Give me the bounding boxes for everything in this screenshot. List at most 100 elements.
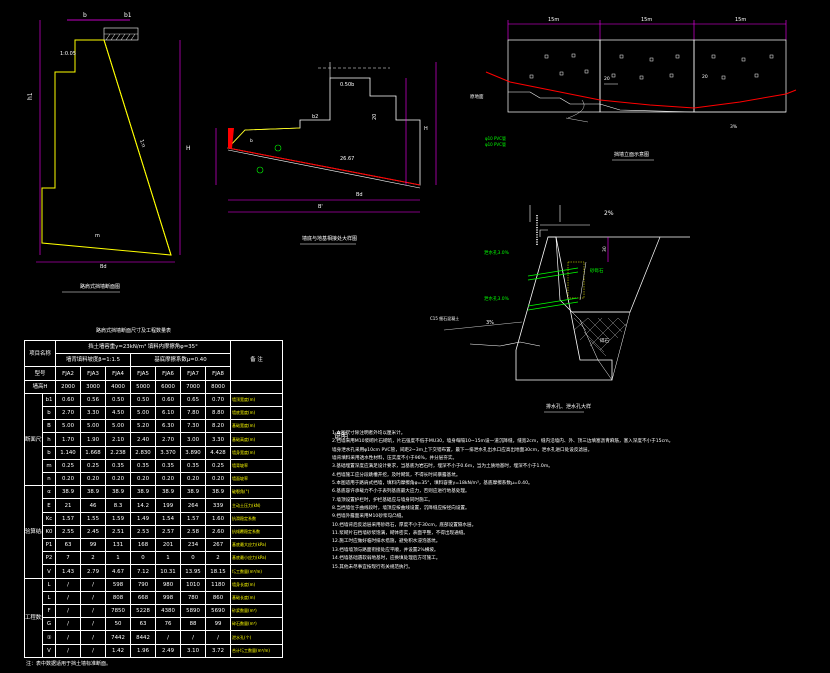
table-value-cell: 5228 — [130, 604, 157, 619]
table-note-cell: 圬工数量(m³/m) — [230, 564, 284, 579]
label-b1: b1 — [124, 12, 132, 19]
table-value-cell: 0.25 — [205, 458, 232, 474]
table-row: h 1.70 1.90 2.10 2.40 2.70 3.00 3.30 基础高度(m) — [25, 432, 284, 447]
table-symbol-cell: G — [41, 617, 57, 632]
table-value-cell: 790 — [130, 577, 157, 592]
table-value-cell: 2.40 — [130, 432, 157, 447]
table-value-cell: 0.35 — [105, 458, 132, 474]
label-sand: 砂砾石 — [590, 267, 604, 274]
note-line: 4.挡墙施工应分段跳槽开挖，及时砌筑，不得长时间暴露基坑。 — [332, 472, 461, 478]
table-value-cell: / — [80, 577, 107, 592]
table-value-cell: 6.10 — [155, 406, 182, 421]
table-height-cell: 6000 — [155, 379, 182, 394]
table-value-cell: 1010 — [180, 577, 207, 592]
table-value-cell: 38.9 — [105, 485, 132, 500]
table-header-group: 挡土墙容重γ=23kN/m³ 填料内摩擦角φ=35° — [55, 339, 232, 355]
notes-block: 1.本图尺寸除注明者外均以厘米计。 2.挡墙采用M10浆砌片石砌筑，片石强度不低于… — [332, 430, 673, 572]
caption-table: 路肩式挡墙断面尺寸及工程数量表 — [96, 327, 171, 334]
table-symbol-cell: E — [41, 498, 57, 513]
table-value-cell: 7850 — [105, 604, 132, 619]
label-h: H — [186, 145, 191, 152]
label-2030: 20 — [604, 76, 610, 82]
table-note-cell: 墙身宽度(m) — [230, 445, 284, 460]
table-symbol-cell: h — [41, 432, 57, 447]
table-value-cell: 0.35 — [180, 458, 207, 474]
table-value-cell: 2.70 — [55, 406, 82, 421]
table-type-cell: FJA8 — [205, 366, 232, 381]
table-group-cell: 工程数量 — [24, 577, 43, 659]
table-value-cell: / — [55, 617, 82, 632]
table-value-cell: 99 — [205, 617, 232, 632]
table-value-cell: 3.30 — [205, 432, 232, 447]
table-value-cell: 2.238 — [105, 445, 132, 460]
note-line: 1.本图尺寸除注明者外均以厘米计。 — [332, 431, 406, 436]
note-line: 6.基底容许承载力不小于表列基底最大应力，否则应进行地基处理。 — [332, 489, 470, 495]
table-row: 验算结果α38.938.938.938.938.938.938.9破裂角(°) — [24, 485, 284, 579]
table-value-cell: 131 — [105, 538, 132, 553]
table-value-cell: 0.20 — [180, 472, 207, 487]
label-bd: Bd — [100, 264, 107, 270]
table-value-cell: 21 — [55, 498, 82, 513]
caption-drainage: 排水孔、泄水孔大样 — [546, 403, 591, 410]
table-symbol-cell: F — [41, 604, 57, 619]
table-value-cell: 46 — [80, 498, 107, 513]
table-value-cell: 0.65 — [180, 392, 207, 408]
note-line: 14.挡墙基础遇软弱地基时，应换填处理后方可施工。 — [332, 556, 441, 562]
note-line: 13.挡墙墙顶与路面衔接处应平顺，并设置2%横坡。 — [332, 547, 439, 553]
table-note-cell: 基础长度(m) — [230, 590, 284, 606]
table-value-cell: 2 — [205, 551, 232, 566]
table-value-cell: 0.20 — [105, 472, 132, 487]
table-value-cell: / — [80, 617, 107, 632]
table-value-cell: / — [55, 577, 82, 592]
table-value-cell: 50 — [105, 617, 132, 632]
table-row: ① //7442 8442// / 泄水孔(个) — [25, 630, 284, 645]
table-row: K0 2.55 2.45 2.51 2.53 2.57 2.58 2.60 抗倾覆稳定系数 — [25, 524, 284, 540]
table-value-cell: 63 — [55, 538, 82, 553]
table-value-cell: 1.55 — [80, 511, 107, 526]
table-row: F //7850 5228 4380 5890 5690 砂浆数量(m³) — [25, 604, 284, 619]
label-b-prime: B' — [318, 204, 323, 210]
table-type-cell: FJA6 — [155, 366, 182, 381]
table-value-cell: 88 — [180, 617, 207, 632]
table-value-cell: 1 — [105, 551, 132, 566]
table-value-cell: 7.30 — [180, 419, 207, 434]
table-value-cell: / — [80, 604, 107, 619]
note-line: 8.当挡墙位于曲线段时，墙顶应按曲线设置，沉降缝应按径向设置。 — [332, 506, 470, 512]
table-cell — [230, 379, 284, 394]
table-value-cell: 7 — [55, 551, 82, 566]
table-value-cell: 0.20 — [205, 472, 232, 487]
table-symbol-cell: P2 — [41, 551, 57, 566]
label-m: m — [95, 233, 100, 239]
table-value-cell: 8.80 — [205, 406, 232, 421]
table-header-row: 项目名称 挡土墙容重γ=23kN/m³ 填料内摩擦角φ=35° 备 注 — [23, 339, 284, 381]
table-value-cell: 13.95 — [180, 564, 207, 579]
table-row: V 1.43 2.79 4.67 7.12 10.31 13.95 18.15 圬工数量(m³/… — [25, 564, 284, 579]
note-line: 12.施工时应做好临时排水措施，避免积水浸泡基坑。 — [332, 539, 441, 545]
label-dim-26: 26.67 — [340, 156, 354, 162]
table-type-cell: FJA3 — [80, 366, 107, 381]
table-symbol-cell: V — [41, 643, 57, 659]
table-value-cell: 234 — [180, 538, 207, 553]
label-soil: 原地面 — [470, 93, 484, 100]
table-value-cell: 63 — [130, 617, 157, 632]
table-value-cell: 2.60 — [205, 524, 232, 540]
table-symbol-cell: b1 — [41, 392, 57, 408]
table-value-cell: 76 — [155, 617, 182, 632]
table-value-cell: 1.90 — [80, 432, 107, 447]
drawing-canvas: { "captions": { "wall_section": "路肩式挡墙断面… — [0, 0, 830, 673]
table-value-cell: / — [155, 630, 182, 645]
table-note-cell: 墙背坡率 — [230, 458, 284, 474]
table-value-cell: 0.35 — [155, 458, 182, 474]
table-value-cell: / — [180, 630, 207, 645]
elevation-view: 15m 15m 15m 20 20 3% 原地面 φ10 PVC管 φ10 PV… — [470, 17, 797, 161]
table-value-cell: 0.50 — [105, 392, 132, 408]
label-pipe-1: 泄水孔3.0% — [484, 249, 510, 256]
table-value-cell: 4.67 — [105, 564, 132, 579]
table-value-cell: 5690 — [205, 604, 232, 619]
table-group-cell: 验算结果 — [24, 485, 43, 579]
table-value-cell: 0.50 — [130, 392, 157, 408]
table-value-cell: 2.58 — [180, 524, 207, 540]
note-line: 7.墙顶设置护栏时，护栏基础应与墙身同时施工。 — [332, 497, 433, 503]
table-value-cell: / — [55, 590, 82, 606]
table-value-cell: 8442 — [130, 630, 157, 645]
